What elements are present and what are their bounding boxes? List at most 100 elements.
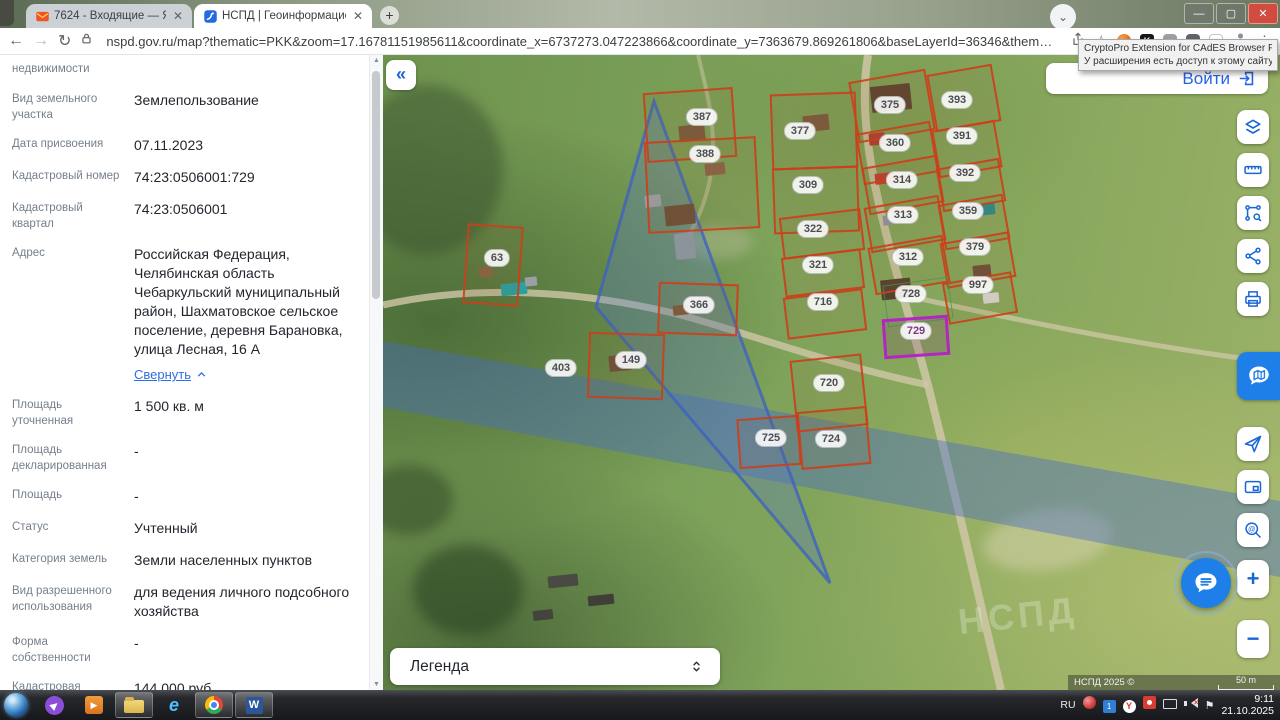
parcel-number-badge[interactable]: 314 — [886, 171, 918, 189]
new-tab-button[interactable]: + — [380, 6, 399, 25]
screenshot-button[interactable] — [1237, 470, 1269, 504]
browser-tab-mail[interactable]: 7624 - Входящие — Яндекс Поч... ✕ — [26, 4, 192, 28]
parcel-number-badge[interactable]: 366 — [683, 296, 715, 314]
taskbar-app-internet-explorer[interactable]: e — [155, 692, 193, 718]
share-icon — [1243, 246, 1263, 266]
taskbar-apps: ▶ ▶ e W — [34, 692, 274, 718]
parcel-number-badge[interactable]: 309 — [792, 176, 824, 194]
tray-yandex-icon[interactable]: Y — [1123, 696, 1136, 714]
scroll-down-icon[interactable]: ▼ — [370, 681, 383, 688]
media-player-icon: ▶ — [85, 696, 103, 714]
attribute-value: 1 500 кв. м — [134, 397, 359, 429]
parcel-number-badge[interactable]: 63 — [484, 249, 510, 267]
browser-tab-nspd[interactable]: НСПД | Геоинформационный п... ✕ — [194, 4, 372, 28]
parcel-number-badge[interactable]: 312 — [892, 248, 924, 266]
language-indicator[interactable]: RU — [1060, 699, 1075, 711]
attribute-label: Статус — [12, 519, 134, 538]
tray-flag-icon[interactable]: ⚑ — [1205, 696, 1215, 714]
parcel-number-badge[interactable]: 716 — [807, 293, 839, 311]
parcel-number-badge[interactable]: 377 — [784, 122, 816, 140]
taskbar-app-word[interactable]: W — [235, 692, 273, 718]
parcel-number-badge[interactable]: 728 — [895, 285, 927, 303]
coordinate-search-icon: @ — [1243, 520, 1263, 540]
scroll-up-icon[interactable]: ▲ — [370, 57, 383, 64]
screen: 7624 - Входящие — Яндекс Поч... ✕ НСПД |… — [0, 0, 1280, 720]
yandex-mail-icon — [35, 9, 50, 24]
share-button[interactable] — [1237, 239, 1269, 273]
parcel-number-badge[interactable]: 360 — [879, 134, 911, 152]
scrollbar-thumb[interactable] — [372, 71, 380, 299]
tray-display-icon[interactable] — [1163, 696, 1177, 714]
clock[interactable]: 9:11 21.10.2025 — [1221, 693, 1274, 717]
taskbar-app-media-player[interactable]: ▶ — [75, 692, 113, 718]
system-tray: RU 1Y × ⚑ 9:11 21.10.2025 — [1060, 693, 1280, 717]
tray-screenshare-icon[interactable] — [1143, 696, 1156, 714]
start-button[interactable] — [4, 693, 28, 717]
attribute-value: 74:23:0506001 — [134, 200, 359, 232]
map-canvas[interactable]: 387 388 377 309 375 393 360 391 314 392 313 359 312 3… — [383, 55, 1280, 690]
maximize-button[interactable]: ▢ — [1216, 3, 1246, 24]
legend-bar[interactable]: Легенда — [390, 648, 720, 685]
parcel-number-badge[interactable]: 388 — [689, 145, 721, 163]
zoom-out-button[interactable]: − — [1237, 620, 1269, 658]
parcel-number-badge[interactable]: 313 — [887, 206, 919, 224]
reload-button[interactable]: ↻ — [58, 31, 71, 51]
sidebar-scrollbar[interactable]: ▲ ▼ — [369, 55, 383, 690]
parcel-number-badge[interactable]: 725 — [755, 429, 787, 447]
tray-volume-muted-icon[interactable]: × — [1184, 696, 1198, 714]
parcel-number-badge[interactable]: 393 — [941, 91, 973, 109]
taskbar-app-file-explorer[interactable] — [115, 692, 153, 718]
tray-kaspersky-icon[interactable] — [1083, 696, 1096, 714]
object-search-button[interactable] — [1237, 196, 1269, 230]
attribute-label: Кадастровая стоимость — [12, 679, 134, 690]
attribute-value: Учтенный — [134, 519, 359, 538]
feedback-button[interactable] — [1237, 352, 1280, 400]
back-button[interactable]: ← — [8, 32, 24, 50]
parcel-number-badge[interactable]: 720 — [813, 374, 845, 392]
chevron-up-icon — [195, 368, 208, 381]
taskbar-app-chrome[interactable] — [195, 692, 233, 718]
parcel-number-badge[interactable]: 391 — [946, 127, 978, 145]
url-field[interactable]: nspd.gov.ru/map?thematic=PKK&zoom=17.167… — [106, 34, 1056, 49]
layers-button[interactable] — [1237, 110, 1269, 144]
tab-close-icon[interactable]: ✕ — [170, 9, 186, 23]
tab-search-button[interactable]: ⌄ — [1050, 4, 1076, 30]
parcel-number-badge[interactable]: 359 — [952, 202, 984, 220]
attribute-value: - — [134, 487, 359, 506]
print-button[interactable] — [1237, 282, 1269, 316]
close-button[interactable]: ✕ — [1248, 3, 1278, 24]
date: 21.10.2025 — [1221, 705, 1274, 717]
forward-button[interactable]: → — [33, 32, 49, 50]
parcel-number-badge[interactable]: 392 — [949, 164, 981, 182]
login-arrow-icon — [1237, 69, 1256, 88]
building — [525, 276, 538, 286]
zoom-in-button[interactable]: + — [1237, 560, 1269, 598]
parcel-number-badge[interactable]: 724 — [815, 430, 847, 448]
parcel-number-badge[interactable]: 997 — [962, 276, 994, 294]
minimize-button[interactable]: — — [1184, 3, 1214, 24]
parcel-number-badge[interactable]: 321 — [802, 256, 834, 274]
login-label[interactable]: Войти — [1182, 69, 1230, 89]
parcel-number-badge[interactable]: 403 — [545, 359, 577, 377]
parcel-number-badge[interactable]: 322 — [797, 220, 829, 238]
attribute-value: Землепользование — [134, 91, 359, 123]
parcel-number-badge[interactable]: 387 — [686, 108, 718, 126]
location-arrow-button[interactable] — [1237, 427, 1269, 461]
tab-title: НСПД | Геоинформационный п... — [222, 10, 346, 22]
attribute-label: Площадь — [12, 487, 134, 506]
parcel-number-badge[interactable]: 149 — [615, 351, 647, 369]
sidebar-collapse-button[interactable]: « — [386, 60, 416, 90]
parcel-number-badge[interactable]: 375 — [874, 96, 906, 114]
parcel-number-badge[interactable]: 379 — [959, 238, 991, 256]
attribute-row: Площадь- — [12, 487, 359, 506]
tab-close-icon[interactable]: ✕ — [350, 9, 366, 23]
print-icon — [1243, 289, 1263, 309]
tray-agent-icon[interactable]: 1 — [1103, 696, 1116, 714]
taskbar-app-yandex-browser[interactable]: ▶ — [35, 692, 73, 718]
attribute-row: Дата присвоения07.11.2023 — [12, 136, 359, 155]
parcel-number-badge[interactable]: 729 — [900, 322, 932, 340]
chat-button[interactable] — [1181, 558, 1231, 608]
coordinate-search-button[interactable]: @ — [1237, 513, 1269, 547]
address-collapse-link[interactable]: Свернуть — [134, 365, 359, 384]
ruler-button[interactable] — [1237, 153, 1269, 187]
